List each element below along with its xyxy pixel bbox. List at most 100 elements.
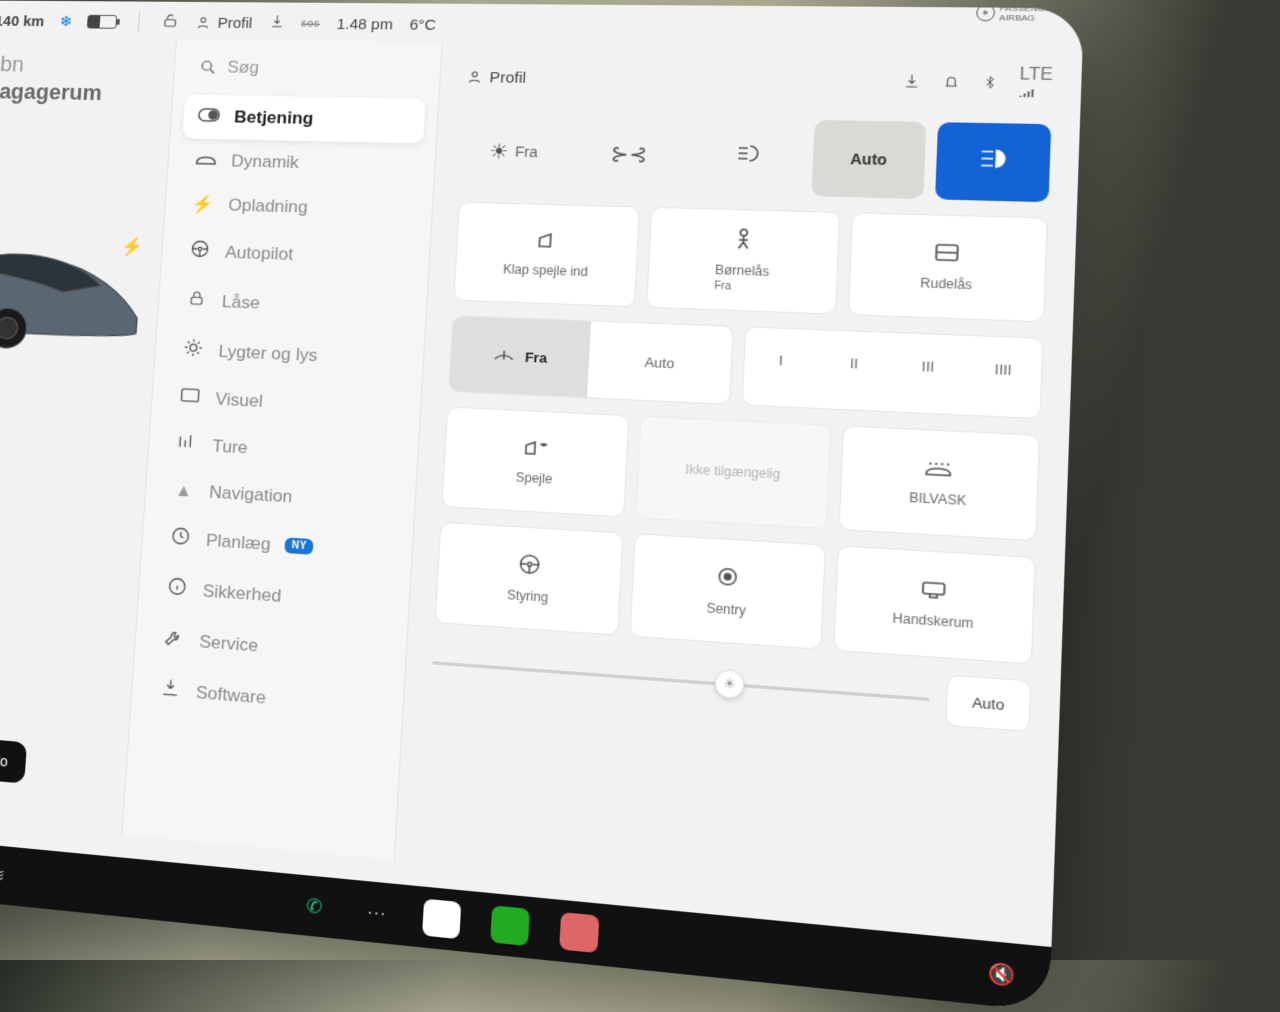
lights-off-button[interactable]: ☀ Fra xyxy=(460,114,568,190)
fold-mirrors-button[interactable]: Klap spejle ind xyxy=(453,202,640,308)
wipers-speed-1[interactable]: I xyxy=(743,327,818,392)
new-badge: NY xyxy=(285,537,314,554)
download-update-icon[interactable] xyxy=(902,72,921,95)
settings-menu: Søg Betjening Dynamik ⚡ Opladning Autopilot L… xyxy=(121,39,442,860)
notifications-icon[interactable] xyxy=(941,73,961,96)
dock-app-1[interactable] xyxy=(422,899,461,940)
sentry-mode-button[interactable]: Sentry xyxy=(630,533,826,650)
menu-item-label: Software xyxy=(195,682,266,708)
glovebox-icon xyxy=(919,579,949,607)
menu-item-label: Navigation xyxy=(209,482,293,507)
divider xyxy=(138,11,141,33)
dock-app-2[interactable] xyxy=(490,905,530,946)
brightness-slider[interactable]: ☀ xyxy=(432,661,929,701)
airbag-icon: ✶ xyxy=(976,4,995,21)
open-trunk-button[interactable]: Åbn Bagagerum xyxy=(0,51,165,107)
display-icon xyxy=(178,387,202,409)
parking-lights-button[interactable]: ⊱⊰ xyxy=(574,116,684,193)
headlights-row: ☀ Fra ⊱⊰ Auto xyxy=(460,114,1051,203)
menu-item-opladning[interactable]: ⚡ Opladning xyxy=(176,182,420,233)
child-lock-button[interactable]: BørnelåsFra xyxy=(646,207,840,315)
glovebox-button[interactable]: Handskerum xyxy=(833,545,1036,664)
dock-defrost-icon[interactable]: ≋ xyxy=(0,858,14,892)
balance-toast[interactable]: tjek ubetalt saldo xyxy=(0,731,27,784)
clock-icon xyxy=(168,525,192,552)
menu-item-dynamik[interactable]: Dynamik xyxy=(179,138,423,188)
mirror-fold-icon xyxy=(533,230,561,258)
cell-signal-icon: LTE xyxy=(1019,66,1054,105)
adjust-mirrors-button[interactable]: Spejle xyxy=(441,406,629,517)
battery-icon xyxy=(87,15,117,29)
toggle-icon xyxy=(197,107,221,127)
window-lock-icon xyxy=(933,241,962,270)
sw-icon xyxy=(158,677,182,705)
download-update-icon[interactable] xyxy=(268,13,286,33)
brightness-thumb[interactable]: ☀ xyxy=(714,668,745,699)
profile-button[interactable]: Profil xyxy=(195,14,253,31)
trips-icon xyxy=(175,432,199,457)
lock-icon xyxy=(185,288,209,314)
menu-item-label: Visuel xyxy=(215,389,264,412)
dock-app-3[interactable] xyxy=(559,912,599,953)
unlock-icon[interactable] xyxy=(161,12,180,34)
menu-item-label: Betjening xyxy=(234,107,314,129)
panel-profile-button[interactable]: Profil xyxy=(466,68,527,86)
vehicle-touchscreen: 140 km ❄ Profil sos 1.48 pm 6°C ✶ PASSEN… xyxy=(0,0,1084,1011)
wipers-auto-button[interactable]: Auto xyxy=(587,321,733,403)
light-icon xyxy=(181,337,205,363)
low-beam-button[interactable] xyxy=(692,118,804,196)
dock-more-icon[interactable]: ⋯ xyxy=(359,895,393,931)
high-beam-button[interactable] xyxy=(935,122,1052,202)
window-lock-button[interactable]: Rudelås xyxy=(847,212,1048,322)
profile-label: Profil xyxy=(217,14,253,31)
info-icon xyxy=(165,575,189,602)
carwash-mode-button[interactable]: BILVASK xyxy=(838,425,1040,541)
menu-item-label: Autopilot xyxy=(225,242,294,264)
wipers-speed-2[interactable]: II xyxy=(816,330,892,396)
search-field[interactable]: Søg xyxy=(185,47,428,98)
menu-item-label: Planlæg xyxy=(205,530,271,555)
wrench-icon xyxy=(162,626,186,653)
charging-bolt-icon: ⚡ xyxy=(120,236,144,258)
dock-mute-icon[interactable]: 🔇 xyxy=(984,956,1022,994)
menu-item-label: Service xyxy=(199,631,259,656)
low-beam-icon xyxy=(733,143,761,171)
wipers-row: Fra Auto I II III IIII xyxy=(448,315,1044,419)
menu-item-label: Ture xyxy=(212,436,249,458)
sos-indicator: sos xyxy=(301,18,321,29)
parking-light-icon: ⊱⊰ xyxy=(610,141,648,168)
menu-item-label: Låse xyxy=(221,292,260,314)
bolt-icon: ⚡ xyxy=(191,194,215,215)
wipers-off-button[interactable]: Fra xyxy=(449,316,591,397)
time-readout: 1.48 pm xyxy=(336,15,393,33)
menu-item-betjening[interactable]: Betjening xyxy=(182,95,425,144)
search-icon xyxy=(199,58,218,76)
light-off-icon: ☀ xyxy=(489,138,510,164)
lights-auto-button[interactable]: Auto xyxy=(812,120,926,199)
steering-wheel-icon xyxy=(516,552,542,583)
menu-item-label: Sikkerhed xyxy=(202,580,282,606)
passenger-airbag-indicator: ✶ PASSENGERAIRBAG xyxy=(976,3,1058,23)
mirrors-adjust-icon xyxy=(520,436,550,465)
menu-item-label: Opladning xyxy=(228,195,309,217)
bluetooth-icon[interactable] xyxy=(981,72,998,97)
menu-item-autopilot[interactable]: Autopilot xyxy=(173,226,418,284)
menu-item-label: Dynamik xyxy=(231,151,300,173)
steering-adjust-button[interactable]: Styring xyxy=(435,522,624,636)
sentry-icon xyxy=(714,564,741,596)
controls-panel: Profil LTE ☀ Fra ⊱⊰ xyxy=(395,42,1083,922)
nav-icon: ▲ xyxy=(172,480,196,502)
car-icon xyxy=(194,151,218,171)
high-beam-icon xyxy=(977,147,1009,178)
wipers-speed-3[interactable]: III xyxy=(890,333,967,399)
temperature-readout: 6°C xyxy=(409,16,436,33)
wheel-icon xyxy=(188,238,212,264)
wipers-speed-4[interactable]: IIII xyxy=(964,336,1042,403)
child-lock-icon xyxy=(731,227,755,257)
menu-item-label: Lygter og lys xyxy=(218,341,318,366)
brightness-auto-button[interactable]: Auto xyxy=(945,674,1031,732)
range-readout: 140 km xyxy=(0,13,45,30)
carwash-icon xyxy=(923,458,955,486)
wiper-icon xyxy=(492,344,517,367)
dock-phone-icon[interactable]: ✆ xyxy=(297,889,331,924)
